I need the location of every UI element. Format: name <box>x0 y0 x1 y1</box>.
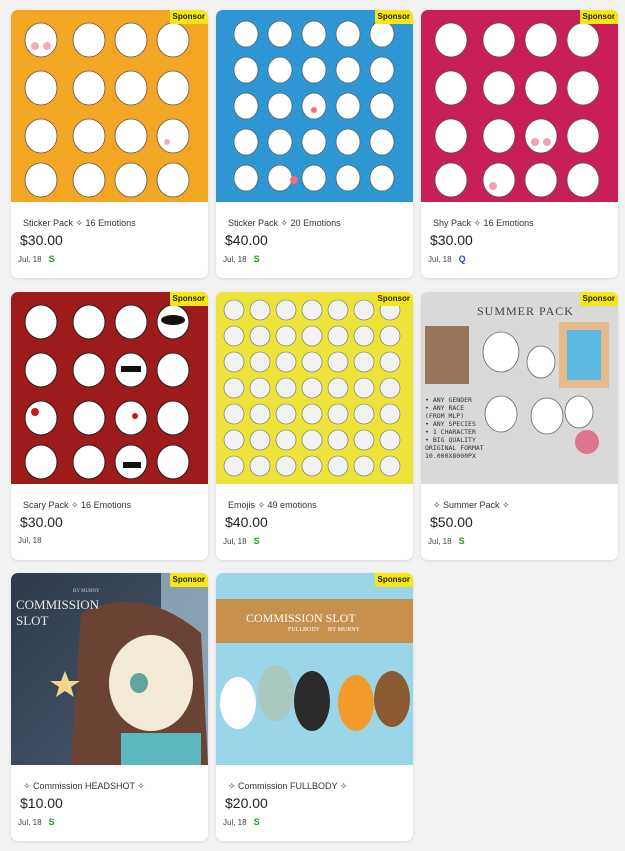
product-meta: Jul, 18 S <box>223 817 260 827</box>
rank-badge: S <box>253 817 260 827</box>
product-thumbnail[interactable] <box>216 10 413 202</box>
rank-badge: S <box>253 536 260 546</box>
product-meta: Jul, 18 <box>18 536 42 545</box>
sponsor-badge: Sponsor <box>374 573 413 587</box>
product-card-commission-headshot[interactable]: COMMISSION SLOT BY MURNY Sponsor ✧ Commi… <box>11 573 208 841</box>
product-price: $40.00 <box>225 232 268 248</box>
art-title: COMMISSION <box>16 597 100 612</box>
product-price: $40.00 <box>225 514 268 530</box>
product-meta: Jul, 18 Q <box>428 254 466 264</box>
product-thumbnail[interactable]: COMMISSION SLOT FULLBODY BY MURNY <box>216 573 413 765</box>
product-card-sticker-pack-20[interactable]: Sponsor Sticker Pack ✧ 20 Emotions $40.0… <box>216 10 413 278</box>
product-thumbnail[interactable] <box>216 292 413 484</box>
art-feature-line: (FROM MLP) <box>425 412 465 420</box>
art-title: SUMMER PACK <box>477 304 574 318</box>
product-thumbnail[interactable]: COMMISSION SLOT BY MURNY <box>11 573 208 765</box>
product-title[interactable]: Scary Pack ✧ 16 Emotions <box>23 500 131 511</box>
art-credit: BY MURNY <box>73 589 100 594</box>
product-thumbnail[interactable]: SUMMER PACK • ANY GENDER • ANY RACE (FRO… <box>421 292 618 484</box>
product-card-sticker-pack-16[interactable]: Sponsor Sticker Pack ✧ 16 Emotions $30.0… <box>11 10 208 278</box>
product-price: $50.00 <box>430 514 473 530</box>
product-card-summer-pack[interactable]: SUMMER PACK • ANY GENDER • ANY RACE (FRO… <box>421 292 618 560</box>
product-title[interactable]: ✧ Commission FULLBODY ✧ <box>228 781 347 792</box>
art-feature-line: • ANY GENDER <box>425 396 472 404</box>
art-feature-line: • ANY RACE <box>425 404 465 412</box>
product-title[interactable]: Sticker Pack ✧ 16 Emotions <box>23 218 136 229</box>
art-subtitle: FULLBODY <box>288 627 321 633</box>
product-card-emojis[interactable]: Sponsor Emojis ✧ 49 emotions $40.00 Jul,… <box>216 292 413 560</box>
sponsor-badge: Sponsor <box>374 292 413 306</box>
product-title[interactable]: ✧ Summer Pack ✧ <box>433 500 510 511</box>
product-price: $30.00 <box>20 514 63 530</box>
product-price: $10.00 <box>20 795 63 811</box>
rank-badge: S <box>48 254 55 264</box>
product-price: $20.00 <box>225 795 268 811</box>
art-features: • ANY GENDER • ANY RACE (FROM MLP) • ANY… <box>425 396 484 460</box>
product-meta: Jul, 18 S <box>18 817 55 827</box>
product-date: Jul, 18 <box>223 536 247 546</box>
product-meta: Jul, 18 S <box>428 536 465 546</box>
product-date: Jul, 18 <box>18 254 42 264</box>
product-meta: Jul, 18 S <box>223 254 260 264</box>
sponsor-badge: Sponsor <box>169 10 208 24</box>
product-price: $30.00 <box>430 232 473 248</box>
product-title[interactable]: ✧ Commission HEADSHOT ✧ <box>23 781 145 792</box>
art-feature-line: • 1 CHARACTER <box>425 428 476 436</box>
product-thumbnail[interactable] <box>11 292 208 484</box>
product-card-shy-pack[interactable]: Sponsor Shy Pack ✧ 16 Emotions $30.00 Ju… <box>421 10 618 278</box>
product-meta: Jul, 18 S <box>223 536 260 546</box>
sponsor-badge: Sponsor <box>169 292 208 306</box>
art-credit: BY MURNY <box>328 627 360 633</box>
sponsor-badge: Sponsor <box>579 292 618 306</box>
art-feature-line: 10.000X8000PX <box>425 452 476 460</box>
product-date: Jul, 18 <box>428 254 452 264</box>
art-feature-line: • ANY SPECIES <box>425 420 476 428</box>
product-thumbnail[interactable] <box>421 10 618 202</box>
art-feature-line: • BIG QUALITY <box>425 436 476 444</box>
product-card-scary-pack[interactable]: Sponsor Scary Pack ✧ 16 Emotions $30.00 … <box>11 292 208 560</box>
sponsor-badge: Sponsor <box>374 10 413 24</box>
product-card-commission-fullbody[interactable]: COMMISSION SLOT FULLBODY BY MURNY Sponso… <box>216 573 413 841</box>
product-thumbnail[interactable] <box>11 10 208 202</box>
product-date: Jul, 18 <box>223 817 247 827</box>
art-feature-line: ORIGINAL FORMAT <box>425 444 484 452</box>
rank-badge: S <box>48 817 55 827</box>
product-title[interactable]: Sticker Pack ✧ 20 Emotions <box>228 218 341 229</box>
rank-badge: S <box>458 536 465 546</box>
product-title[interactable]: Shy Pack ✧ 16 Emotions <box>433 218 534 229</box>
product-date: Jul, 18 <box>428 536 452 546</box>
art-subtitle: SLOT <box>16 613 49 628</box>
rank-badge: Q <box>458 254 466 264</box>
product-price: $30.00 <box>20 232 63 248</box>
product-date: Jul, 18 <box>18 817 42 827</box>
art-title: COMMISSION SLOT <box>246 611 356 625</box>
product-title[interactable]: Emojis ✧ 49 emotions <box>228 500 317 511</box>
product-meta: Jul, 18 S <box>18 254 55 264</box>
sponsor-badge: Sponsor <box>169 573 208 587</box>
rank-badge: S <box>253 254 260 264</box>
product-date: Jul, 18 <box>223 254 247 264</box>
product-date: Jul, 18 <box>18 536 42 545</box>
sponsor-badge: Sponsor <box>579 10 618 24</box>
